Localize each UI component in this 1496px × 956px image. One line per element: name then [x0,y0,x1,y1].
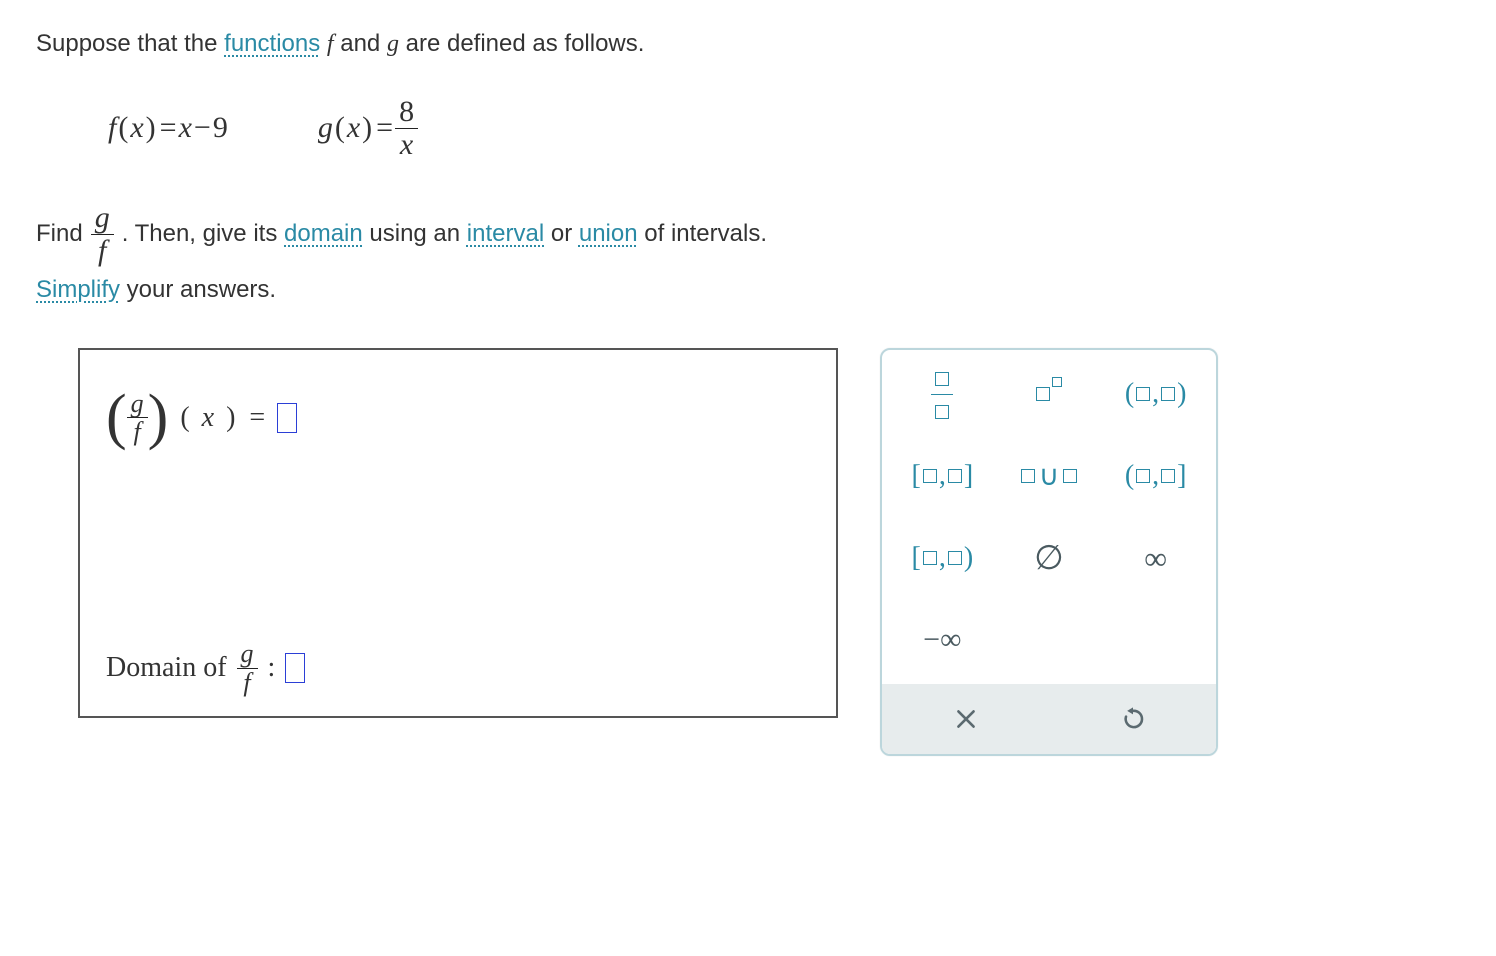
palette-infinity-button[interactable]: ∞ [1111,528,1201,588]
g-definition: g(x)= 8 x [318,96,418,160]
intro-text-2: f and g are defined as follows. [320,30,644,57]
function-definitions: f(x)=x−9 g(x)= 8 x [108,96,1460,160]
left-paren-icon: ( [106,393,127,443]
palette-interval-closed-open-button[interactable]: [,) [897,528,987,588]
domain-input[interactable] [285,653,305,683]
palette-union-button[interactable]: ∪ [1004,446,1094,506]
palette-exponent-button[interactable] [1004,364,1094,424]
right-paren-icon: ) [148,393,169,443]
glossary-link-domain[interactable]: domain [284,220,363,247]
domain-row: Domain of g f : [106,640,810,696]
palette-neg-infinity-button[interactable]: −∞ [897,610,987,670]
intro-text-1: Suppose that the [36,30,224,57]
glossary-link-simplify[interactable]: Simplify [36,276,120,303]
palette-interval-open-open-button[interactable]: (,) [1111,364,1201,424]
problem-statement: Suppose that the functions f and g are d… [36,30,1460,58]
expression-input[interactable] [277,403,297,433]
glossary-link-union[interactable]: union [579,220,638,247]
palette-fraction-button[interactable] [897,364,987,424]
glossary-link-interval[interactable]: interval [467,220,544,247]
glossary-link-functions[interactable]: functions [224,30,320,57]
palette-clear-button[interactable] [944,697,988,741]
palette-empty-set-button[interactable]: ∅ [1004,528,1094,588]
close-icon [953,706,979,732]
simplify-instruction: Simplify your answers. [36,276,1460,304]
find-instruction: Find g f . Then, give its domain using a… [36,202,1460,266]
domain-label: Domain of [106,652,227,684]
palette-spacer [1111,610,1201,670]
palette-spacer [1004,610,1094,670]
find-label: Find [36,220,83,248]
quotient-expression-row: ( g f ) (x) = [106,390,810,446]
palette-undo-button[interactable] [1111,697,1155,741]
palette-interval-closed-closed-button[interactable]: [,] [897,446,987,506]
palette-interval-open-closed-button[interactable]: (,] [1111,446,1201,506]
symbol-palette: (,) [,] ∪ (,] [,) ∅ ∞ −∞ [880,348,1218,756]
f-definition: f(x)=x−9 [108,111,228,145]
undo-icon [1119,705,1147,733]
then-text: . Then, give its domain using an interva… [122,220,767,248]
answer-box: ( g f ) (x) = Domain of g f : [78,348,838,718]
